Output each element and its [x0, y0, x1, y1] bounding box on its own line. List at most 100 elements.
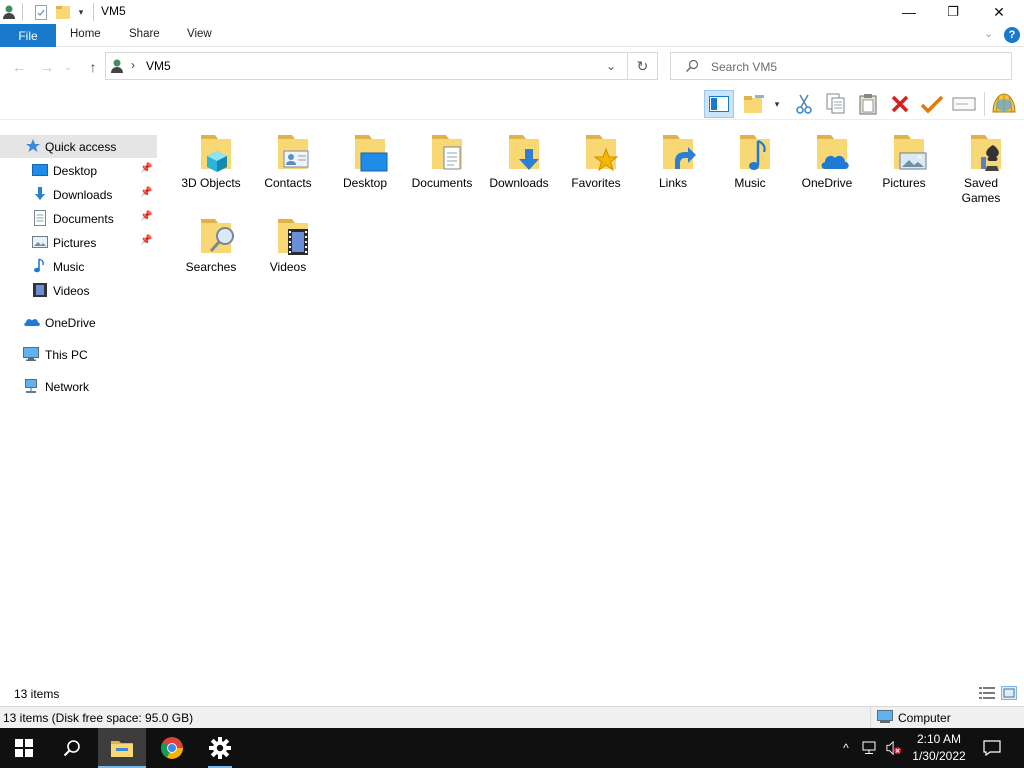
folder-item-downloads[interactable]: Downloads [481, 121, 557, 205]
properties-icon[interactable] [34, 3, 48, 21]
clock-time: 2:10 AM [916, 732, 962, 746]
recent-locations-icon[interactable]: ⌄ [62, 59, 74, 75]
network-tray-icon[interactable] [862, 740, 878, 756]
start-button[interactable] [0, 728, 48, 768]
folder-item-onedrive[interactable]: OneDrive [789, 121, 865, 205]
paste-icon[interactable] [854, 90, 882, 118]
shell-icon[interactable] [990, 90, 1018, 118]
documents-icon [432, 135, 462, 170]
sidebar-item-desktop[interactable]: Desktop 📌 [0, 159, 157, 182]
tab-share[interactable]: Share [129, 28, 160, 40]
cut-icon[interactable] [790, 90, 818, 118]
sidebar-item-quick-access[interactable]: Quick access [0, 135, 157, 158]
pictures-icon [894, 135, 927, 170]
sidebar-item-label: This PC [45, 348, 88, 362]
sidebar-item-music[interactable]: Music [0, 255, 157, 278]
taskbar-settings[interactable] [196, 728, 244, 768]
copy-icon[interactable] [822, 90, 850, 118]
help-icon[interactable]: ? [1004, 27, 1020, 43]
sidebar-item-pictures[interactable]: Pictures 📌 [0, 231, 157, 254]
sidebar-item-documents[interactable]: Documents 📌 [0, 207, 157, 230]
folder-item-documents[interactable]: Documents [404, 121, 480, 205]
sidebar-item-label: Videos [53, 284, 90, 298]
this-pc-icon [23, 346, 39, 362]
folder-item-music[interactable]: Music [712, 121, 788, 205]
folder-item-favorites[interactable]: Favorites [558, 121, 634, 205]
refresh-icon: ↻ [636, 57, 649, 74]
details-view-icon[interactable] [979, 686, 995, 700]
sidebar-item-videos[interactable]: Videos [0, 279, 157, 302]
address-dropdown-icon[interactable]: ⌄ [606, 59, 616, 73]
minimize-button[interactable]: — [886, 0, 932, 24]
file-explorer-icon [111, 741, 133, 757]
folder-item-3d-objects[interactable]: 3D Objects [173, 121, 249, 205]
tab-home[interactable]: Home [70, 28, 101, 40]
back-icon[interactable]: ← [10, 59, 28, 75]
pin-icon[interactable]: 📌 [140, 235, 152, 246]
location-zone-label: Computer [898, 711, 951, 725]
clock-date: 1/30/2022 [912, 749, 966, 763]
check-icon[interactable] [918, 90, 946, 118]
taskbar-search-button[interactable] [48, 728, 96, 768]
onedrive-icon [817, 135, 849, 169]
taskbar-chrome[interactable] [148, 728, 196, 768]
pin-icon[interactable]: 📌 [140, 163, 152, 174]
pin-icon[interactable]: 📌 [140, 187, 152, 198]
breadcrumb-location[interactable]: VM5 [146, 59, 171, 73]
large-icons-view-icon[interactable] [1001, 686, 1017, 700]
close-button[interactable]: ✕ [976, 0, 1022, 24]
maximize-button[interactable]: ❐ [930, 0, 976, 24]
chevron-down-icon[interactable]: ⌄ [984, 27, 998, 43]
folder-item-desktop[interactable]: Desktop [327, 121, 403, 205]
chrome-icon [161, 737, 183, 759]
folder-label: Searches [185, 260, 237, 274]
sidebar-item-label: Documents [53, 212, 114, 226]
folder-item-links[interactable]: Links [635, 121, 711, 205]
navigation-pane-icon[interactable] [704, 90, 734, 118]
sidebar-item-network[interactable]: Network [0, 375, 157, 398]
delete-icon[interactable] [886, 90, 914, 118]
window-title: VM5 [101, 4, 126, 18]
taskbar-file-explorer[interactable] [98, 728, 146, 768]
start-icon [15, 739, 33, 757]
forward-icon[interactable]: → [38, 59, 56, 75]
notifications-icon[interactable] [982, 740, 1002, 756]
quick-access-star-icon [25, 138, 41, 154]
sidebar-item-label: Pictures [53, 236, 97, 250]
search-icon [63, 740, 80, 757]
volume-muted-icon[interactable] [886, 740, 902, 756]
qat-customize-icon[interactable]: ▾ [76, 3, 86, 21]
search-input[interactable]: Search VM5 [711, 60, 777, 74]
folder-item-contacts[interactable]: Contacts [250, 121, 326, 205]
folder-item-saved-games[interactable]: Saved Games [943, 121, 1019, 205]
rename-icon[interactable] [950, 90, 978, 118]
folder-item-searches[interactable]: Searches [173, 205, 249, 289]
breadcrumb-separator-icon[interactable]: › [131, 58, 135, 72]
taskbar-clock[interactable]: 2:10 AM 1/30/2022 [908, 731, 970, 765]
user-folder-icon [110, 58, 124, 74]
pin-icon[interactable]: 📌 [140, 211, 152, 222]
address-bar[interactable]: › VM5 ⌄ [105, 52, 628, 80]
tab-file[interactable]: File [0, 24, 56, 47]
sidebar-item-downloads[interactable]: Downloads 📌 [0, 183, 157, 206]
documents-icon [32, 210, 48, 226]
up-icon[interactable]: ↑ [84, 59, 102, 75]
new-folder-qat-icon[interactable] [56, 3, 70, 21]
refresh-button[interactable]: ↻ [628, 52, 658, 80]
favorites-icon [586, 135, 619, 172]
location-zone: Computer [870, 707, 1020, 728]
new-folder-dropdown-icon[interactable]: ▾ [770, 90, 784, 118]
folder-label: Videos [269, 260, 307, 274]
user-folder-icon[interactable] [2, 3, 16, 21]
show-hidden-icons[interactable]: ^ [838, 740, 854, 756]
folder-item-pictures[interactable]: Pictures [866, 121, 942, 205]
downloads-icon [509, 135, 539, 170]
new-folder-icon[interactable] [742, 90, 766, 118]
folder-item-videos[interactable]: Videos [250, 205, 326, 289]
sidebar-item-this-pc[interactable]: This PC [0, 343, 157, 366]
sidebar-item-label: Network [45, 380, 90, 394]
tab-view[interactable]: View [187, 28, 212, 40]
sidebar-item-onedrive[interactable]: OneDrive [0, 311, 157, 334]
folder-label: Downloads [489, 176, 549, 190]
search-box[interactable]: Search VM5 [670, 52, 1012, 80]
